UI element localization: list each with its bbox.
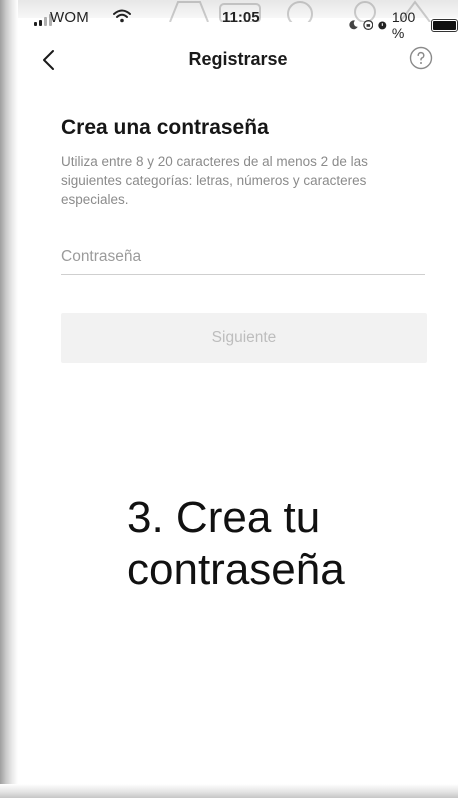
navigation-bar: Registrarse <box>18 34 458 86</box>
step-caption-line-1: 3. Crea tu <box>127 493 321 542</box>
next-button[interactable]: Siguiente <box>61 313 427 363</box>
step-caption: 3. Crea tu contraseña <box>127 492 447 596</box>
step-caption-line-2: contraseña <box>127 545 345 594</box>
password-requirements: Utiliza entre 8 y 20 caracteres de al me… <box>61 154 368 207</box>
status-time: 11:05 <box>222 9 260 26</box>
alarm-icon <box>378 21 387 30</box>
rotation-lock-icon <box>362 19 373 31</box>
phone-screen: WOM 11:05 100 % Registrarse Crea una con… <box>0 0 458 798</box>
form-heading: Crea una contraseña <box>61 116 269 139</box>
wifi-icon <box>113 9 131 23</box>
bottom-edge-shadow <box>0 784 458 798</box>
battery-level-fill <box>433 20 457 30</box>
help-circle-icon[interactable] <box>409 46 433 70</box>
password-input[interactable] <box>61 240 425 275</box>
battery-icon <box>431 18 458 32</box>
page-title: Registrarse <box>188 49 288 69</box>
moon-icon <box>349 20 358 30</box>
status-bar: WOM 11:05 100 % <box>18 0 458 41</box>
carrier-name: WOM <box>50 9 89 26</box>
left-edge-shadow <box>0 0 18 798</box>
